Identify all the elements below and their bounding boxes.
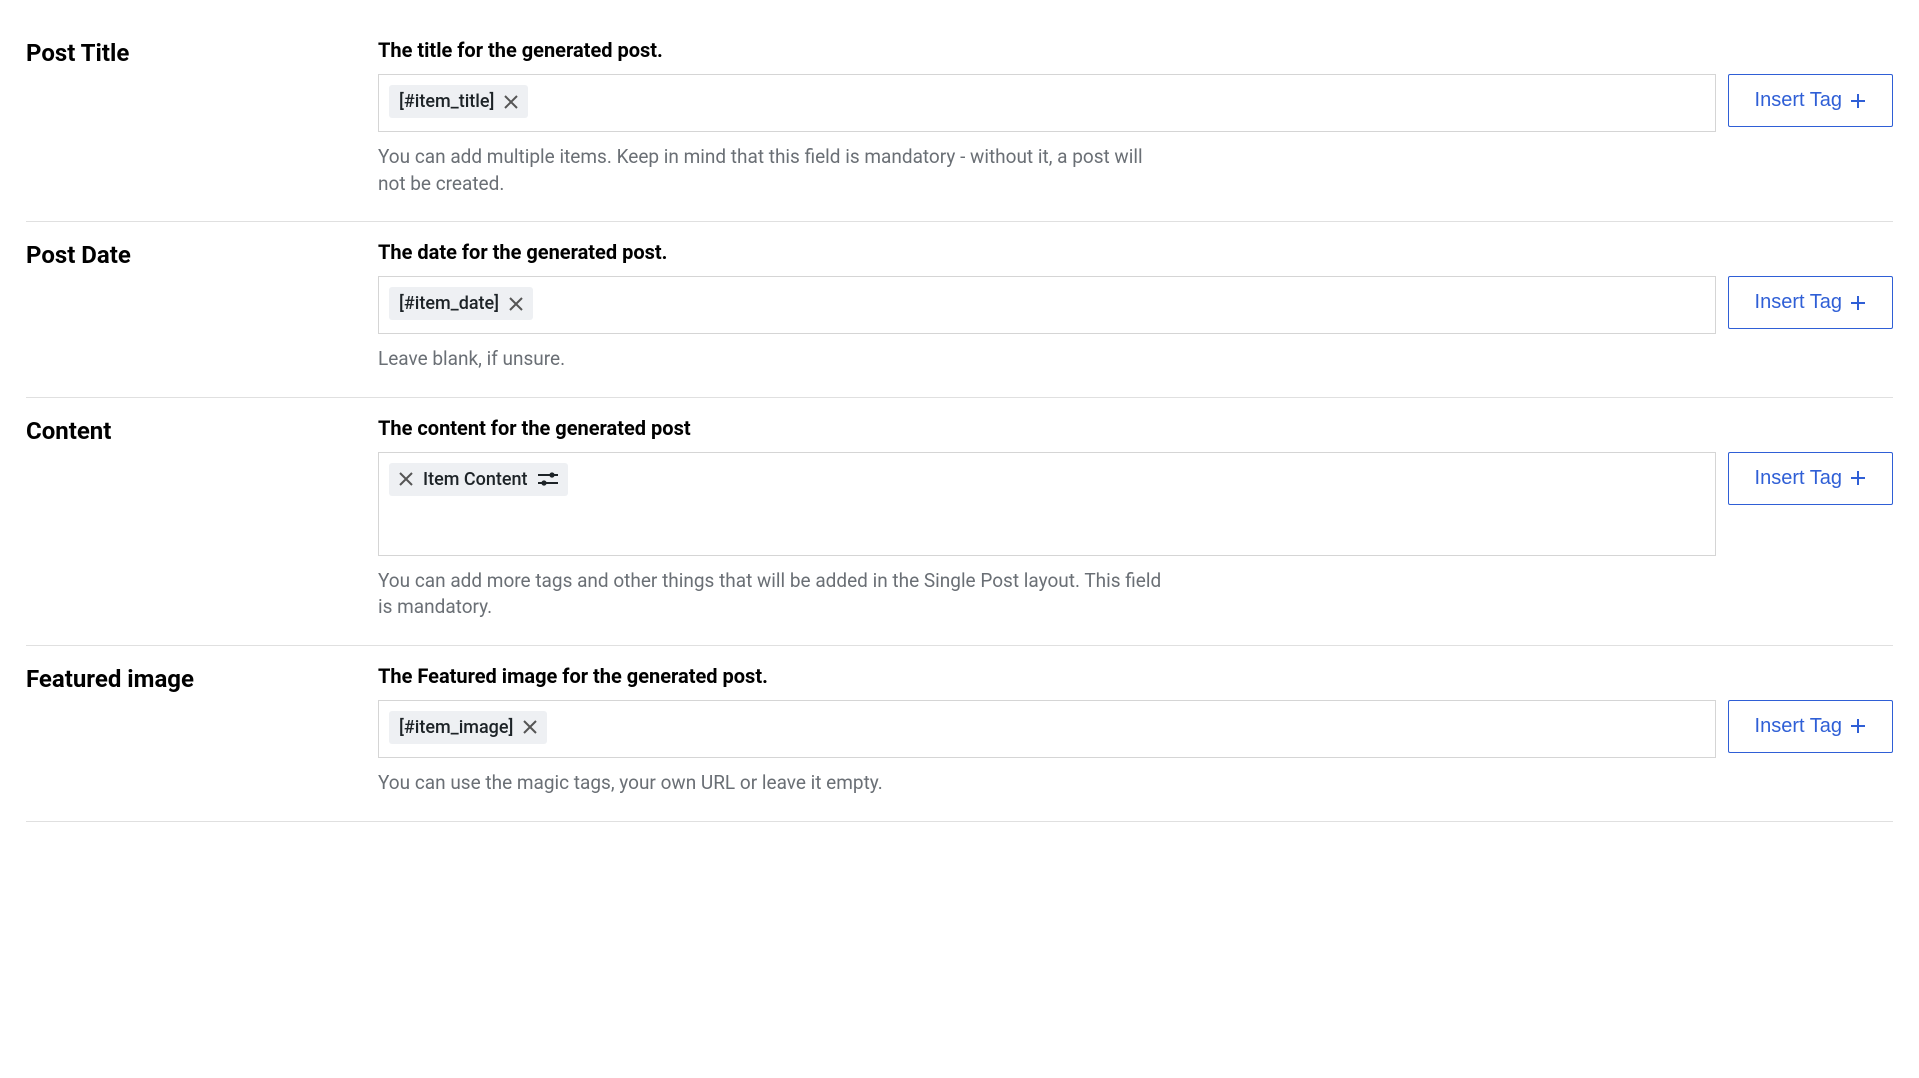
insert-tag-button[interactable]: Insert Tag <box>1728 276 1893 329</box>
insert-tag-button[interactable]: Insert Tag <box>1728 74 1893 127</box>
label-post-title: Post Title <box>26 38 378 69</box>
input-line: Item Content Insert Tag <box>378 452 1893 556</box>
row-post-title: Post Title The title for the generated p… <box>26 20 1893 222</box>
row-content: Content The content for the generated po… <box>26 398 1893 646</box>
row-left: Featured image <box>26 664 378 797</box>
input-line: [#item_date] Insert Tag <box>378 276 1893 334</box>
row-right: The content for the generated post Item … <box>378 416 1893 621</box>
help-featured-image: You can use the magic tags, your own URL… <box>378 770 1168 797</box>
row-post-date: Post Date The date for the generated pos… <box>26 222 1893 398</box>
help-content: You can add more tags and other things t… <box>378 568 1168 621</box>
tag-chip-item-date: [#item_date] <box>389 287 533 320</box>
close-icon[interactable] <box>509 297 523 311</box>
sliders-icon[interactable] <box>538 471 558 487</box>
close-icon[interactable] <box>399 472 413 486</box>
label-post-date: Post Date <box>26 240 378 271</box>
row-left: Post Title <box>26 38 378 197</box>
content-input[interactable]: Item Content <box>378 452 1716 556</box>
row-right: The date for the generated post. [#item_… <box>378 240 1893 373</box>
input-line: [#item_title] Insert Tag <box>378 74 1893 132</box>
insert-tag-label: Insert Tag <box>1755 715 1842 738</box>
plus-icon <box>1850 718 1866 734</box>
insert-tag-label: Insert Tag <box>1755 89 1842 112</box>
post-title-input[interactable]: [#item_title] <box>378 74 1716 132</box>
row-right: The Featured image for the generated pos… <box>378 664 1893 797</box>
desc-content: The content for the generated post <box>378 416 1893 440</box>
insert-tag-button[interactable]: Insert Tag <box>1728 452 1893 505</box>
tag-text: [#item_title] <box>399 91 494 112</box>
tag-chip-item-content: Item Content <box>389 463 568 496</box>
label-featured-image: Featured image <box>26 664 378 695</box>
desc-post-title: The title for the generated post. <box>378 38 1893 62</box>
tag-chip-item-image: [#item_image] <box>389 711 547 744</box>
help-post-date: Leave blank, if unsure. <box>378 346 1168 373</box>
featured-image-input[interactable]: [#item_image] <box>378 700 1716 758</box>
input-line: [#item_image] Insert Tag <box>378 700 1893 758</box>
help-post-title: You can add multiple items. Keep in mind… <box>378 144 1168 197</box>
plus-icon <box>1850 295 1866 311</box>
label-content: Content <box>26 416 378 447</box>
plus-icon <box>1850 470 1866 486</box>
close-icon[interactable] <box>523 720 537 734</box>
row-right: The title for the generated post. [#item… <box>378 38 1893 197</box>
insert-tag-label: Insert Tag <box>1755 291 1842 314</box>
desc-post-date: The date for the generated post. <box>378 240 1893 264</box>
insert-tag-button[interactable]: Insert Tag <box>1728 700 1893 753</box>
tag-text: [#item_image] <box>399 717 513 738</box>
tag-text: [#item_date] <box>399 293 499 314</box>
row-featured-image: Featured image The Featured image for th… <box>26 646 1893 822</box>
row-left: Content <box>26 416 378 621</box>
post-date-input[interactable]: [#item_date] <box>378 276 1716 334</box>
tag-text: Item Content <box>423 469 528 490</box>
tag-chip-item-title: [#item_title] <box>389 85 528 118</box>
row-left: Post Date <box>26 240 378 373</box>
desc-featured-image: The Featured image for the generated pos… <box>378 664 1893 688</box>
plus-icon <box>1850 93 1866 109</box>
insert-tag-label: Insert Tag <box>1755 467 1842 490</box>
close-icon[interactable] <box>504 95 518 109</box>
